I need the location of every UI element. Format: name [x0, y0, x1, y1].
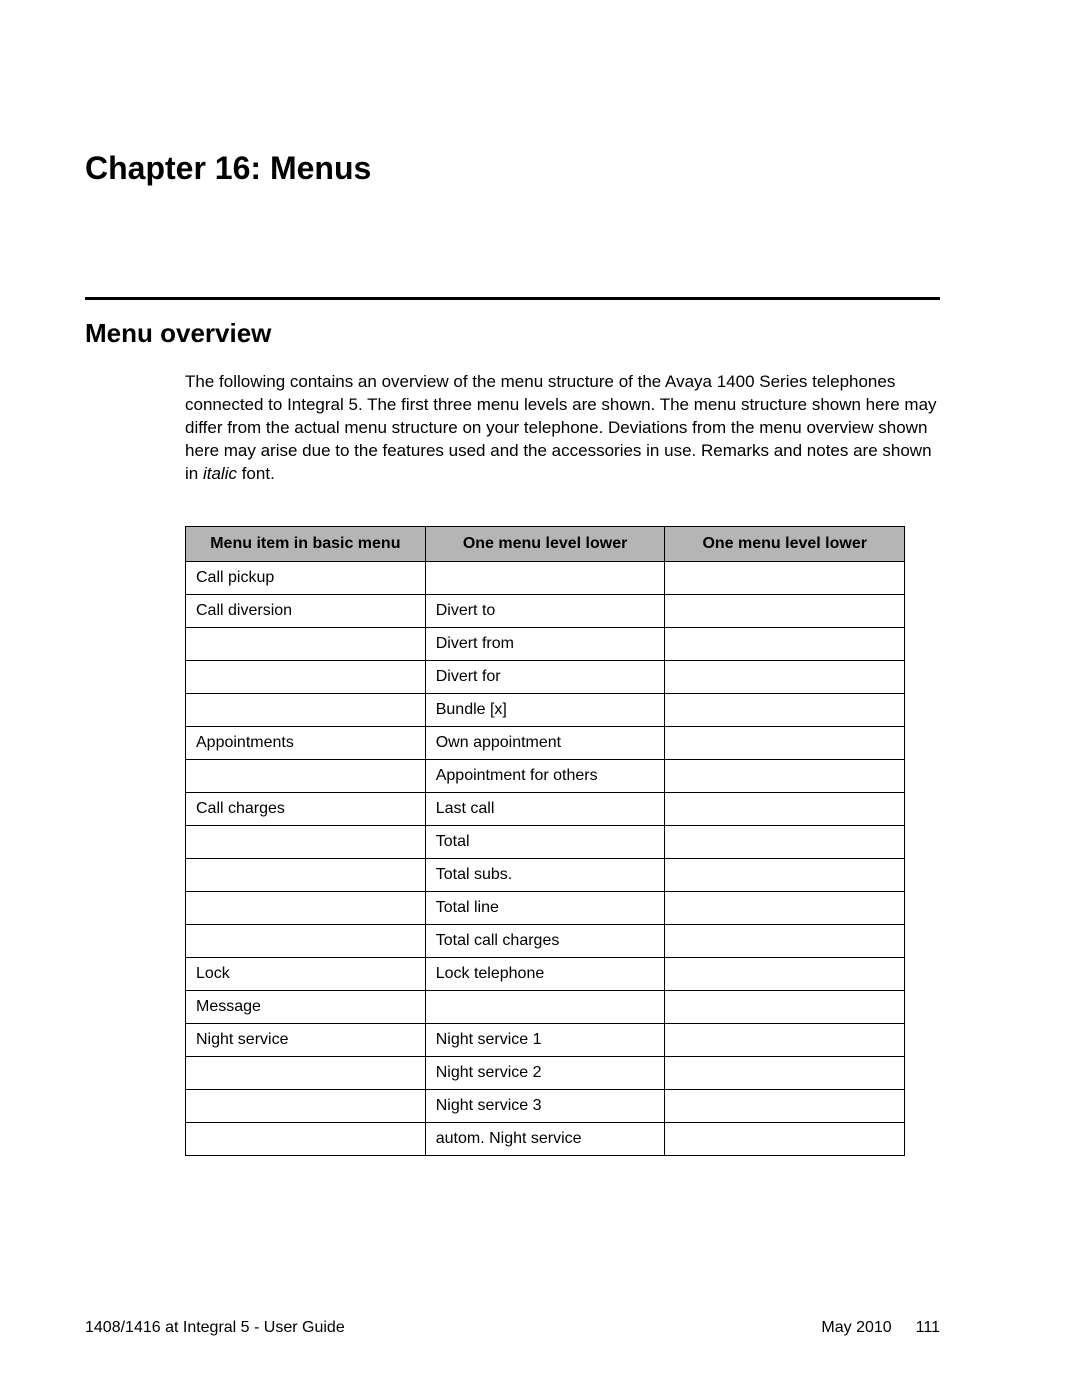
- table-cell: [186, 759, 426, 792]
- table-cell: Lock telephone: [425, 957, 665, 990]
- table-cell: [186, 1089, 426, 1122]
- table-row: LockLock telephone: [186, 957, 905, 990]
- table-row: AppointmentsOwn appointment: [186, 726, 905, 759]
- table-cell: [186, 825, 426, 858]
- table-cell: [665, 1056, 905, 1089]
- table-row: Divert for: [186, 660, 905, 693]
- table-cell: Total line: [425, 891, 665, 924]
- table-cell: Call pickup: [186, 561, 426, 594]
- table-cell: [665, 825, 905, 858]
- table-cell: [665, 561, 905, 594]
- table-header-row: Menu item in basic menu One menu level l…: [186, 526, 905, 561]
- table-row: Call chargesLast call: [186, 792, 905, 825]
- table-cell: [665, 957, 905, 990]
- table-cell: [665, 990, 905, 1023]
- paragraph-text-post: font.: [237, 464, 275, 483]
- table-cell: [665, 594, 905, 627]
- table-row: Appointment for others: [186, 759, 905, 792]
- table-header-cell: Menu item in basic menu: [186, 526, 426, 561]
- table-cell: [186, 1056, 426, 1089]
- table-row: Divert from: [186, 627, 905, 660]
- table-row: Message: [186, 990, 905, 1023]
- table-cell: Night service 2: [425, 1056, 665, 1089]
- footer-left: 1408/1416 at Integral 5 - User Guide: [85, 1319, 345, 1337]
- page-footer: 1408/1416 at Integral 5 - User Guide May…: [85, 1319, 940, 1337]
- footer-date: May 2010: [821, 1319, 891, 1337]
- section-rule: [85, 297, 940, 300]
- table-cell: Appointments: [186, 726, 426, 759]
- menu-table: Menu item in basic menu One menu level l…: [185, 526, 905, 1156]
- table-cell: Total call charges: [425, 924, 665, 957]
- table-row: Call diversionDivert to: [186, 594, 905, 627]
- table-cell: Appointment for others: [425, 759, 665, 792]
- table-row: Total: [186, 825, 905, 858]
- table-header-cell: One menu level lower: [425, 526, 665, 561]
- table-header-cell: One menu level lower: [665, 526, 905, 561]
- table-cell: autom. Night service: [425, 1122, 665, 1155]
- table-cell: [186, 1122, 426, 1155]
- section-title: Menu overview: [85, 318, 940, 349]
- table-cell: [186, 693, 426, 726]
- table-cell: [665, 759, 905, 792]
- table-cell: [665, 792, 905, 825]
- table-cell: [425, 990, 665, 1023]
- table-cell: Bundle [x]: [425, 693, 665, 726]
- chapter-title: Chapter 16: Menus: [85, 150, 940, 187]
- table-cell: Divert from: [425, 627, 665, 660]
- paragraph-text-italic: italic: [203, 464, 237, 483]
- table-cell: [665, 891, 905, 924]
- table-cell: Night service: [186, 1023, 426, 1056]
- table-cell: Message: [186, 990, 426, 1023]
- paragraph-text-pre: The following contains an overview of th…: [185, 372, 937, 483]
- table-cell: [665, 858, 905, 891]
- table-cell: [425, 561, 665, 594]
- table-cell: Lock: [186, 957, 426, 990]
- table-row: Night service 3: [186, 1089, 905, 1122]
- table-cell: [665, 1023, 905, 1056]
- table-row: autom. Night service: [186, 1122, 905, 1155]
- table-cell: [665, 1089, 905, 1122]
- table-row: Bundle [x]: [186, 693, 905, 726]
- table-cell: Own appointment: [425, 726, 665, 759]
- table-cell: [186, 627, 426, 660]
- section-paragraph: The following contains an overview of th…: [185, 371, 940, 486]
- table-cell: [665, 924, 905, 957]
- footer-page-number: 111: [916, 1319, 940, 1337]
- document-page: Chapter 16: Menus Menu overview The foll…: [0, 0, 1080, 1397]
- table-cell: [665, 660, 905, 693]
- table-row: Call pickup: [186, 561, 905, 594]
- table-cell: [665, 1122, 905, 1155]
- table-row: Total subs.: [186, 858, 905, 891]
- table-cell: [186, 891, 426, 924]
- table-cell: [665, 693, 905, 726]
- table-row: Night serviceNight service 1: [186, 1023, 905, 1056]
- table-cell: [665, 726, 905, 759]
- table-cell: [186, 858, 426, 891]
- table-cell: Total subs.: [425, 858, 665, 891]
- table-cell: Divert to: [425, 594, 665, 627]
- table-cell: Last call: [425, 792, 665, 825]
- table-cell: [186, 924, 426, 957]
- table-cell: Night service 1: [425, 1023, 665, 1056]
- table-row: Night service 2: [186, 1056, 905, 1089]
- table-cell: Divert for: [425, 660, 665, 693]
- table-cell: [665, 627, 905, 660]
- footer-right: May 2010 111: [821, 1319, 940, 1337]
- table-row: Total call charges: [186, 924, 905, 957]
- table-cell: Total: [425, 825, 665, 858]
- table-cell: Call diversion: [186, 594, 426, 627]
- table-row: Total line: [186, 891, 905, 924]
- table-cell: Night service 3: [425, 1089, 665, 1122]
- table-cell: Call charges: [186, 792, 426, 825]
- table-cell: [186, 660, 426, 693]
